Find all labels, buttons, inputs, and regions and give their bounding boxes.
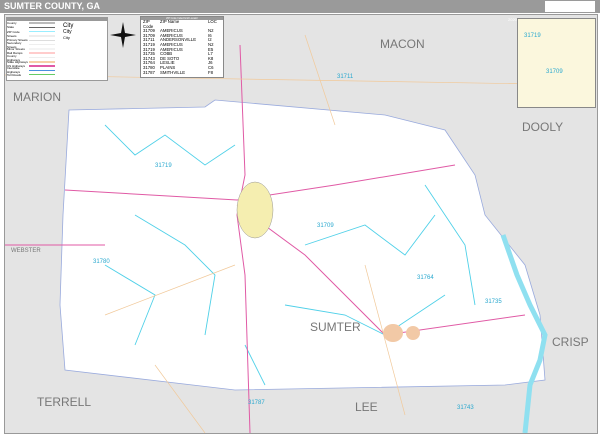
urban-leslie xyxy=(383,324,403,342)
zip-label: 31743 xyxy=(457,405,474,411)
county-label-sumter: SUMTER xyxy=(310,320,361,334)
map-title: SUMTER COUNTY, GA xyxy=(4,1,101,11)
zip-index-row: 31787 SMITHVILLE F8 xyxy=(143,69,214,75)
zip-label: 31719 xyxy=(155,163,172,169)
zip-label: 31709 xyxy=(317,223,334,229)
compass-rose-icon xyxy=(110,22,136,48)
urban-desoto xyxy=(406,326,420,340)
county-label-webster: WEBSTER xyxy=(11,248,41,254)
zip-label: 31711 xyxy=(337,74,354,80)
map-legend: County State ZIP Code Streets Primary St… xyxy=(6,17,108,81)
county-label-crisp: CRISP xyxy=(552,335,589,349)
urban-americus xyxy=(236,181,274,239)
zip-index-table: ZIP Code Index/Grid Locator ZIP Code ZIP … xyxy=(140,16,224,78)
county-sumter xyxy=(59,99,546,391)
zip-label: 31780 xyxy=(93,259,110,265)
inset-map-americus[interactable]: 31719 31709 xyxy=(517,18,596,108)
county-label-lee: LEE xyxy=(355,400,378,414)
publisher-logo xyxy=(545,1,595,12)
title-bar: SUMTER COUNTY, GA xyxy=(0,0,600,13)
county-label-dooly: DOOLY xyxy=(522,120,564,134)
county-label-terrell: TERRELL xyxy=(37,395,92,409)
legend-cities: City City City xyxy=(63,23,74,40)
zip-label: 31787 xyxy=(248,400,265,406)
county-label-marion: MARION xyxy=(13,90,61,104)
county-label-macon: MACON xyxy=(380,37,425,51)
inset-zip-label: 31709 xyxy=(546,69,563,75)
inset-zip-label: 31719 xyxy=(524,33,541,39)
zip-label: 31735 xyxy=(485,299,502,305)
zip-label: 31764 xyxy=(417,275,434,281)
legend-row: Toll Roads xyxy=(7,73,107,77)
